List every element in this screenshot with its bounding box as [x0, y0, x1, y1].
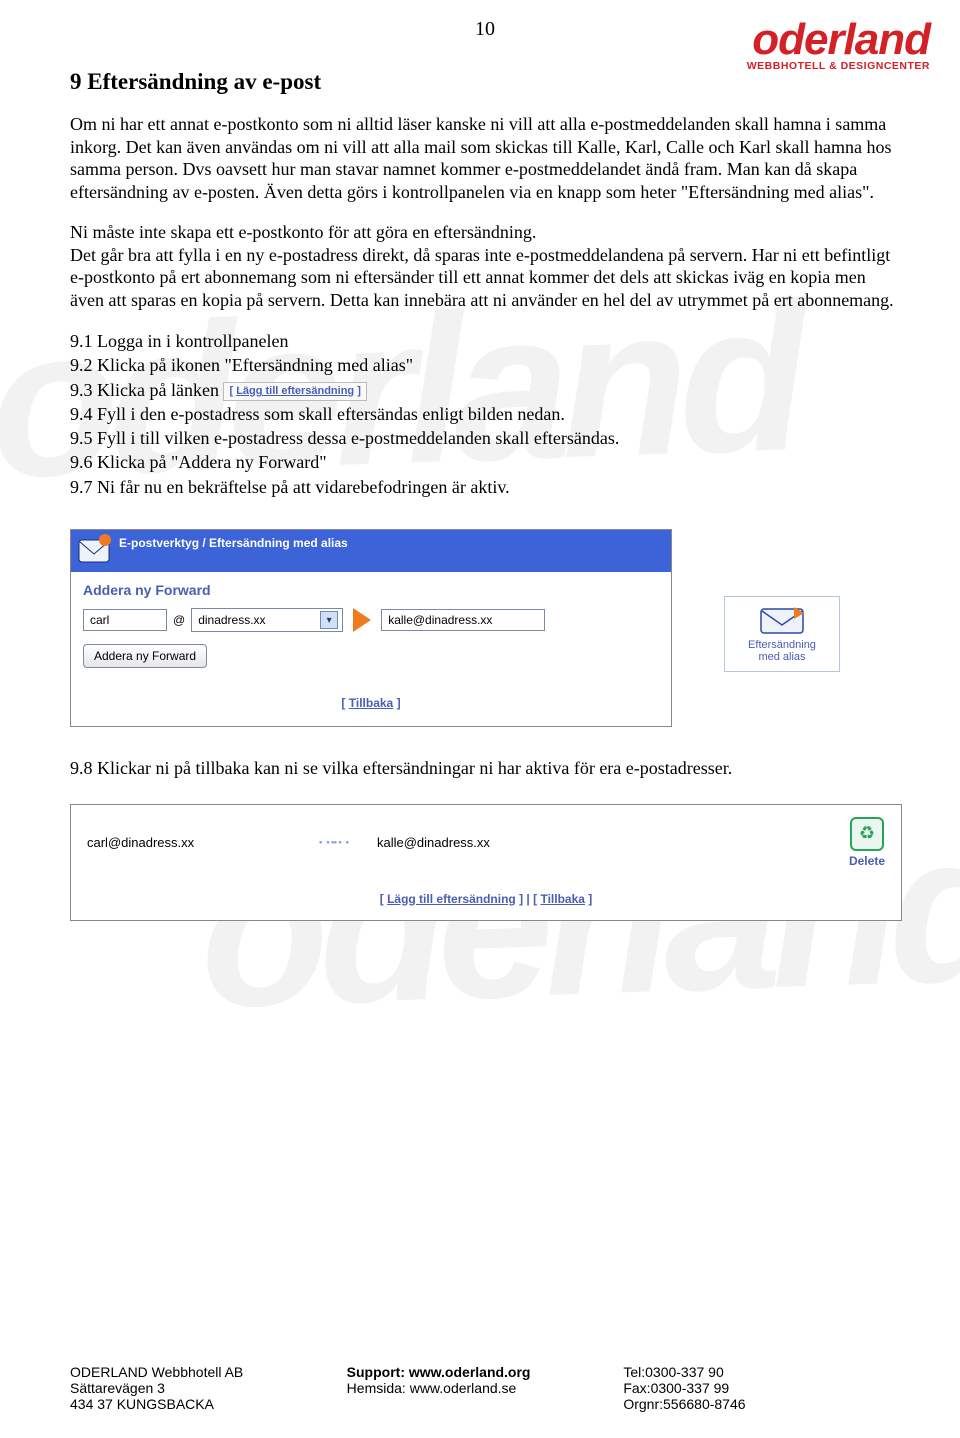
destination-input[interactable] — [381, 609, 545, 631]
side-icon-label-2: med alias — [729, 651, 835, 663]
paragraph-2: Ni måste inte skapa ett e-postkonto för … — [70, 221, 900, 311]
add-forward-inline-link[interactable]: [ Lägg till eftersändning ] — [223, 382, 366, 401]
forward-form-panel: E-postverktyg / Eftersändning med alias … — [70, 529, 672, 727]
forward-from: carl@dinadress.xx — [87, 835, 317, 850]
side-icon-label-1: Eftersändning — [729, 639, 835, 651]
recycle-icon: ♻ — [850, 817, 884, 851]
footer-city: 434 37 KUNGSBACKA — [70, 1396, 347, 1412]
forward-row: carl@dinadress.xx ⋯⋯ kalle@dinadress.xx … — [71, 805, 901, 876]
forward-list-panel: carl@dinadress.xx ⋯⋯ kalle@dinadress.xx … — [70, 804, 902, 921]
form-titlebar: E-postverktyg / Eftersändning med alias — [71, 530, 671, 572]
envelope-icon — [759, 603, 805, 635]
step-9-8: 9.8 Klickar ni på tillbaka kan ni se vil… — [70, 757, 900, 780]
step-9-3: 9.3 Klicka på länken [ Lägg till eftersä… — [70, 378, 900, 402]
step-9-5: 9.5 Fyll i till vilken e-postadress dess… — [70, 426, 900, 450]
step-9-4: 9.4 Fyll i den e-postadress som skall ef… — [70, 402, 900, 426]
paragraph-1: Om ni har ett annat e-postkonto som ni a… — [70, 113, 900, 203]
step-9-7: 9.7 Ni får nu en bekräftelse på att vida… — [70, 475, 900, 499]
sidebar-forward-icon-card[interactable]: Eftersändning med alias — [724, 596, 840, 672]
footer-support-value: www.oderland.org — [409, 1364, 531, 1380]
forward-to: kalle@dinadress.xx — [377, 835, 677, 850]
step-9-6: 9.6 Klicka på "Addera ny Forward" — [70, 450, 900, 474]
page-footer: ODERLAND Webbhotell AB Sättarevägen 3 43… — [70, 1364, 900, 1412]
delete-button[interactable]: ♻ Delete — [849, 817, 885, 868]
steps-list: 9.1 Logga in i kontrollpanelen 9.2 Klick… — [70, 329, 900, 499]
step-9-1: 9.1 Logga in i kontrollpanelen — [70, 329, 900, 353]
list-bottom-links: [ Lägg till eftersändning ] | [ Tillbaka… — [71, 876, 901, 920]
footer-org: Orgnr:556680-8746 — [623, 1396, 900, 1412]
chevron-down-icon[interactable]: ▾ — [320, 611, 338, 629]
step-9-2: 9.2 Klicka på ikonen "Eftersändning med … — [70, 353, 900, 377]
arrow-right-icon — [353, 608, 371, 632]
back-link[interactable]: [ Tillbaka ] — [71, 678, 671, 726]
footer-site-value: www.oderland.se — [410, 1380, 517, 1396]
footer-company: ODERLAND Webbhotell AB — [70, 1364, 347, 1380]
add-forward-button[interactable]: Addera ny Forward — [83, 644, 207, 668]
page-number: 10 — [70, 18, 900, 41]
footer-site-label: Hemsida: — [347, 1380, 406, 1396]
at-symbol: @ — [173, 613, 185, 627]
add-forward-link[interactable]: [ Lägg till eftersändning ] — [380, 892, 523, 906]
footer-support-label: Support: — [347, 1364, 405, 1380]
domain-select[interactable]: dinadress.xx ▾ — [191, 608, 343, 632]
footer-tel: Tel:0300-337 90 — [623, 1364, 900, 1380]
mail-tool-icon — [75, 532, 115, 568]
local-part-input[interactable] — [83, 609, 167, 631]
dots-icon: ⋯⋯ — [317, 829, 377, 855]
footer-street: Sättarevägen 3 — [70, 1380, 347, 1396]
back-link-2[interactable]: [ Tillbaka ] — [533, 892, 592, 906]
section-heading: 9 Eftersändning av e-post — [70, 69, 900, 95]
footer-fax: Fax:0300-337 99 — [623, 1380, 900, 1396]
form-subtitle: Addera ny Forward — [71, 572, 671, 600]
